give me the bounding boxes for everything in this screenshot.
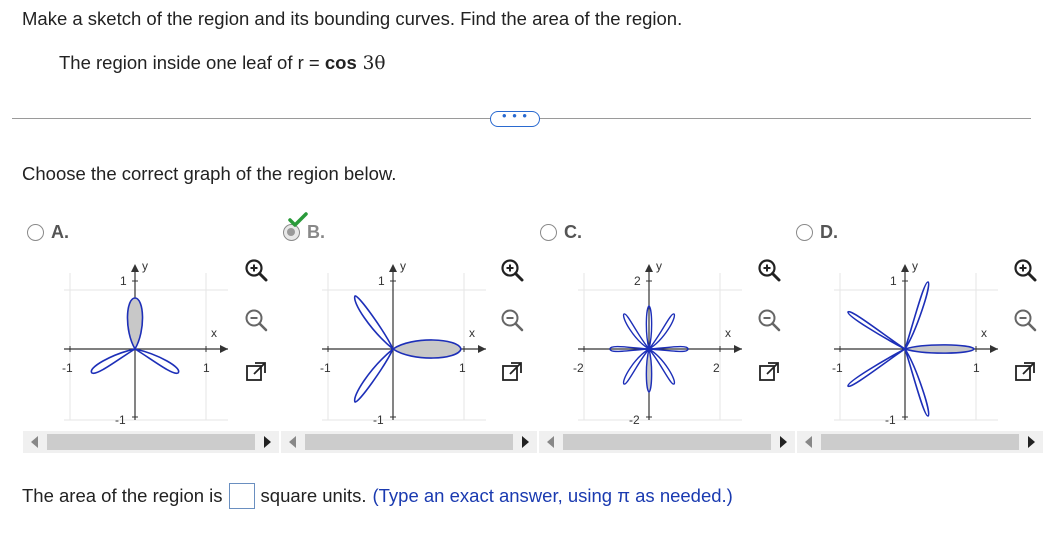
- graph-c-y-arrow: [645, 264, 653, 272]
- graph-b-tools: [499, 257, 527, 387]
- zoom-in-icon[interactable]: [499, 257, 525, 283]
- scroll-thumb[interactable]: [821, 434, 1019, 450]
- graph-d-xmin: -1: [832, 361, 843, 375]
- option-d-radio[interactable]: [796, 224, 813, 241]
- scroll-right-icon[interactable]: [264, 436, 271, 448]
- open-new-window-icon[interactable]: [243, 359, 269, 385]
- graph-c-xmin: -2: [573, 361, 584, 375]
- answer-input[interactable]: [228, 483, 255, 509]
- graph-c-xmax: 2: [713, 361, 720, 375]
- graph-d-ymin: -1: [885, 413, 896, 427]
- graph-a-grid: [64, 273, 228, 421]
- option-c-radio[interactable]: [540, 224, 557, 241]
- question-subprompt: The region inside one leaf of r = cos 3θ: [59, 52, 386, 74]
- more-button[interactable]: • • •: [490, 109, 540, 127]
- zoom-in-icon[interactable]: [243, 257, 269, 283]
- zoom-out-icon[interactable]: [1012, 307, 1038, 333]
- scroll-left-icon[interactable]: [31, 436, 38, 448]
- scroll-right-icon[interactable]: [780, 436, 787, 448]
- answer-prefix: The area of the region is: [22, 485, 223, 506]
- graph-a-xlabel: x: [211, 326, 217, 340]
- graph-b: -1 1 1 -1 x y: [320, 259, 486, 427]
- scroll-right-icon[interactable]: [522, 436, 529, 448]
- option-c-label: C.: [564, 222, 582, 242]
- zoom-in-icon[interactable]: [756, 257, 782, 283]
- graph-b-ylabel: y: [400, 259, 406, 273]
- graph-a-xmax: 1: [203, 361, 210, 375]
- graph-c-tools: [756, 257, 784, 387]
- graph-d-tools: [1012, 257, 1040, 387]
- checkmark-icon: [288, 212, 308, 227]
- graph-d-xlabel: x: [981, 326, 987, 340]
- open-new-window-icon[interactable]: [1012, 359, 1038, 385]
- graph-c-ymin: -2: [629, 413, 640, 427]
- scroll-thumb[interactable]: [305, 434, 513, 450]
- graph-d-scrollbar[interactable]: [797, 431, 1043, 453]
- graph-a-xmin: -1: [62, 361, 73, 375]
- graph-d-x-arrow: [990, 345, 998, 353]
- graph-c-x-arrow: [734, 345, 742, 353]
- graph-c-ymax: 2: [634, 274, 641, 288]
- zoom-in-icon[interactable]: [1012, 257, 1038, 283]
- graph-d-ymax: 1: [890, 274, 897, 288]
- graph-d-xmax: 1: [973, 361, 980, 375]
- graph-b-ymax: 1: [378, 274, 385, 288]
- instruction: Choose the correct graph of the region b…: [22, 163, 397, 184]
- graph-c-xlabel: x: [725, 326, 731, 340]
- graph-a: -1 1 1 -1 x y: [62, 259, 228, 427]
- graph-b-x-arrow: [478, 345, 486, 353]
- option-a-radio[interactable]: [27, 224, 44, 241]
- graph-a-ymin: -1: [115, 413, 126, 427]
- subprompt-arg: 3θ: [356, 53, 386, 74]
- graph-c: -2 2 2 -2 x y: [573, 259, 742, 427]
- graph-c-scrollbar[interactable]: [539, 431, 795, 453]
- graph-b-xmin: -1: [320, 361, 331, 375]
- graph-a-region: [127, 298, 143, 349]
- graph-b-ymin: -1: [373, 413, 384, 427]
- answer-suffix: square units.: [260, 485, 367, 506]
- graph-c-grid: [578, 273, 742, 421]
- graph-d-y-arrow: [901, 264, 909, 272]
- graph-a-tools: [243, 257, 271, 387]
- option-b-label: B.: [307, 222, 325, 242]
- graph-a-y-arrow: [131, 264, 139, 272]
- graph-a-ylabel: y: [142, 259, 148, 273]
- graph-b-y-arrow: [389, 264, 397, 272]
- option-d-label: D.: [820, 222, 838, 242]
- scroll-thumb[interactable]: [563, 434, 771, 450]
- scroll-left-icon[interactable]: [805, 436, 812, 448]
- option-a-label: A.: [51, 222, 69, 242]
- answer-row: The area of the region is square units. …: [22, 483, 733, 509]
- question-prompt: Make a sketch of the region and its boun…: [22, 8, 683, 29]
- scroll-right-icon[interactable]: [1028, 436, 1035, 448]
- graph-a-scrollbar[interactable]: [23, 431, 279, 453]
- graph-b-scrollbar[interactable]: [281, 431, 537, 453]
- open-new-window-icon[interactable]: [499, 359, 525, 385]
- subprompt-prefix: The region inside one leaf of r =: [59, 52, 325, 73]
- graph-b-xmax: 1: [459, 361, 466, 375]
- scroll-thumb[interactable]: [47, 434, 255, 450]
- zoom-out-icon[interactable]: [243, 307, 269, 333]
- zoom-out-icon[interactable]: [499, 307, 525, 333]
- answer-hint: (Type an exact answer, using π as needed…: [372, 485, 733, 506]
- scroll-left-icon[interactable]: [547, 436, 554, 448]
- graph-a-ymax: 1: [120, 274, 127, 288]
- graph-d-ylabel: y: [912, 259, 918, 273]
- graph-a-x-arrow: [220, 345, 228, 353]
- graph-b-xlabel: x: [469, 326, 475, 340]
- zoom-out-icon[interactable]: [756, 307, 782, 333]
- open-new-window-icon[interactable]: [756, 359, 782, 385]
- subprompt-fn: cos: [324, 52, 357, 73]
- scroll-left-icon[interactable]: [289, 436, 296, 448]
- graph-d: -1 1 1 -1 x y: [832, 259, 998, 427]
- graph-c-ylabel: y: [656, 259, 662, 273]
